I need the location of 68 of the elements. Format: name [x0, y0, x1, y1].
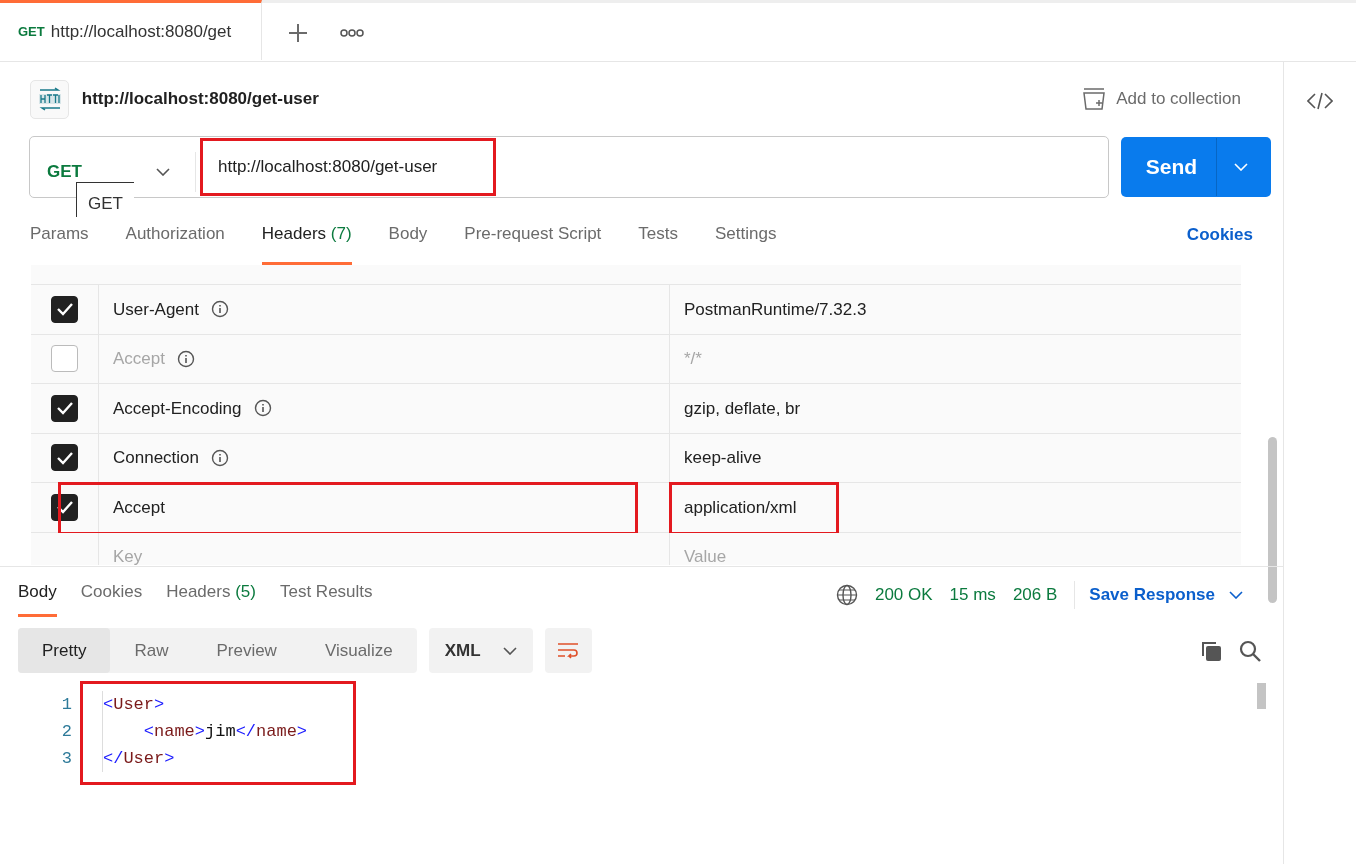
view-mode-tab[interactable]: Preview — [192, 628, 301, 673]
chevron-down-icon — [1229, 590, 1243, 599]
wrap-lines-button[interactable] — [544, 628, 592, 673]
url-field[interactable]: http://localhost:8080/get-user — [200, 138, 496, 196]
search-icon[interactable] — [1238, 639, 1261, 662]
header-value: */* — [684, 348, 702, 370]
chevron-down-icon — [502, 646, 517, 655]
format-dropdown[interactable]: XML — [428, 628, 533, 673]
response-tab[interactable]: Headers (5) — [166, 569, 256, 617]
view-mode-tab[interactable]: Raw — [110, 628, 193, 673]
scrollbar[interactable] — [1257, 683, 1266, 709]
checkbox[interactable] — [51, 295, 78, 323]
send-button[interactable]: Send — [1121, 137, 1271, 197]
response-size: 206 B — [1012, 584, 1058, 606]
checkbox[interactable] — [51, 345, 78, 373]
chevron-down-icon — [1234, 163, 1248, 171]
response-tab[interactable]: Test Results — [279, 569, 373, 617]
globe-icon[interactable] — [835, 583, 858, 606]
response-tab[interactable]: Body — [18, 569, 57, 617]
header-value: gzip, deflate, br — [684, 397, 801, 420]
code-icon — [1307, 91, 1333, 110]
header-value: PostmanRuntime/7.32.3 — [684, 298, 867, 321]
add-to-collection-button[interactable]: Add to collection — [1076, 85, 1247, 113]
request-tab[interactable]: Settings — [715, 206, 777, 265]
code-line: <name>jim</name> — [102, 718, 308, 745]
header-key: User-Agent — [113, 296, 199, 322]
request-tab[interactable]: Pre-request Script — [464, 206, 602, 265]
header-value: keep-alive — [684, 447, 762, 469]
check-icon — [55, 401, 74, 416]
header-key: Accept — [113, 346, 165, 372]
checkbox[interactable] — [51, 444, 78, 472]
method-label: GET — [18, 22, 45, 41]
cookies-link[interactable]: Cookies — [1186, 222, 1253, 248]
scrollbar[interactable] — [1268, 437, 1277, 603]
header-key: Accept-Encoding — [113, 395, 242, 421]
line-number: 2 — [60, 721, 72, 743]
more-icon — [339, 29, 364, 37]
view-mode-tab[interactable]: Visualize — [300, 628, 417, 673]
url-bar[interactable]: GET http://localhost:8080/get-user — [29, 136, 1109, 198]
checkbox[interactable] — [51, 394, 78, 422]
copy-icon[interactable] — [1199, 639, 1222, 662]
code-line: </User> — [102, 745, 175, 772]
plus-icon — [287, 23, 308, 43]
header-value: application/xml — [684, 496, 797, 519]
code-line: <User> — [102, 691, 165, 718]
wrap-icon — [556, 640, 581, 661]
check-icon — [55, 500, 74, 515]
line-number: 3 — [60, 748, 72, 770]
line-number: 1 — [60, 694, 72, 716]
response-time: 15 ms — [949, 584, 996, 606]
collection-icon — [1082, 88, 1107, 110]
request-title: http://localhost:8080/get-user — [81, 88, 319, 111]
header-key: Connection — [113, 445, 199, 471]
response-tab[interactable]: Cookies — [80, 569, 143, 617]
request-tab[interactable]: Tests — [638, 206, 679, 265]
tooltip: GET — [76, 182, 134, 217]
checkbox[interactable] — [51, 493, 78, 521]
check-icon — [55, 302, 74, 317]
request-tab[interactable]: Body — [388, 206, 428, 265]
chevron-down-icon — [156, 168, 170, 176]
view-mode-tab[interactable]: Pretty — [18, 628, 111, 673]
header-key: Accept — [113, 494, 165, 520]
request-tab[interactable]: GET http://localhost:8080/get — [0, 0, 262, 60]
status-code: 200 OK — [874, 584, 933, 606]
check-icon — [55, 450, 74, 465]
tab-title: http://localhost:8080/get — [50, 20, 232, 43]
save-response-button[interactable]: Save Response — [1074, 581, 1249, 609]
http-icon — [30, 79, 69, 119]
